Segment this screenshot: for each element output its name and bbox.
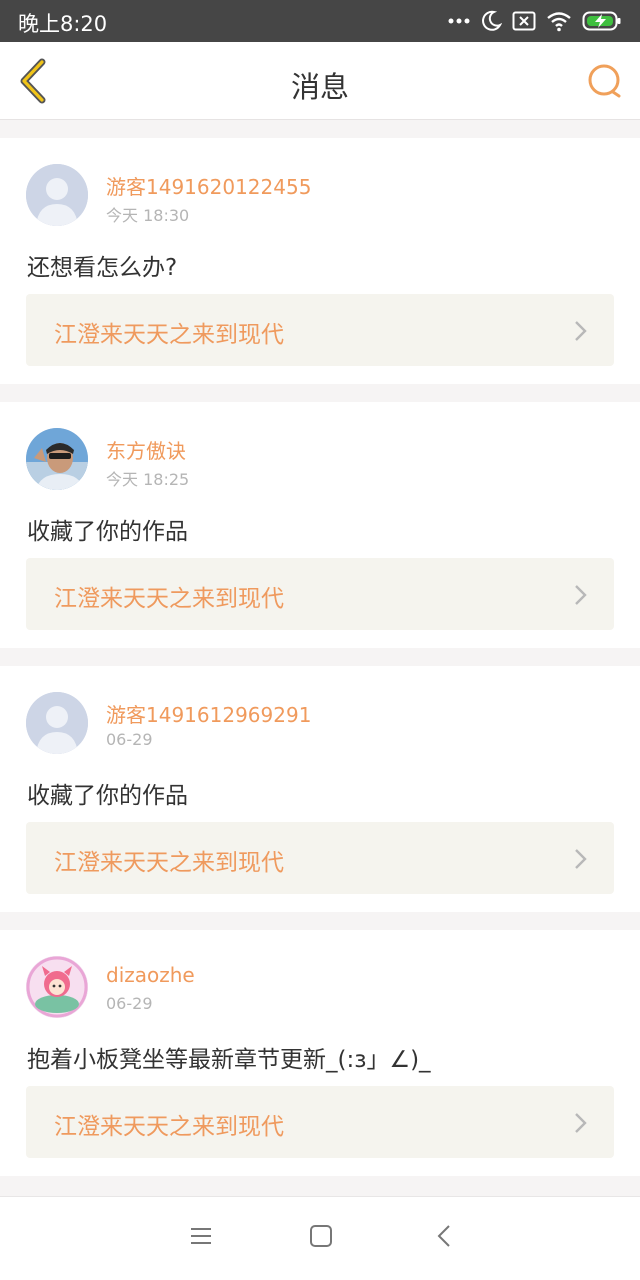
battery-charging-icon (582, 10, 622, 32)
notification-x-icon (512, 11, 536, 31)
search-button[interactable] (586, 62, 624, 100)
message-card: dizaozhe 06-29 抱着小板凳坐等最新章节更新_(:з」∠)_ 江澄来… (0, 930, 640, 1176)
status-icons (448, 9, 622, 33)
message-card: 东方傲诀 今天 18:25 收藏了你的作品 江澄来天天之来到现代 (0, 402, 640, 648)
work-title: 江澄来天天之来到现代 (54, 850, 284, 876)
more-dots-icon (448, 17, 470, 25)
moon-icon (480, 10, 502, 32)
message-text: 收藏了你的作品 (27, 519, 188, 545)
wifi-icon (546, 10, 572, 32)
status-bar: 晚上8:20 (0, 0, 640, 42)
page-title: 消息 (290, 70, 349, 104)
avatar[interactable] (26, 428, 88, 490)
work-title: 江澄来天天之来到现代 (54, 322, 284, 348)
menu-button[interactable] (188, 1223, 214, 1249)
chevron-right-icon (574, 584, 588, 606)
chevron-right-icon (574, 1112, 588, 1134)
system-back-button[interactable] (432, 1223, 458, 1249)
work-title: 江澄来天天之来到现代 (54, 1114, 284, 1140)
username[interactable]: dizaozhe (106, 963, 195, 987)
message-time: 06-29 (106, 730, 153, 749)
back-arrow-icon (432, 1225, 458, 1253)
status-time: 晚上8:20 (18, 12, 108, 36)
username[interactable]: 游客1491612969291 (106, 699, 311, 728)
work-link[interactable]: 江澄来天天之来到现代 (26, 1086, 614, 1158)
work-title: 江澄来天天之来到现代 (54, 586, 284, 612)
chevron-right-icon (574, 320, 588, 342)
message-text: 抱着小板凳坐等最新章节更新_(:з」∠)_ (27, 1047, 431, 1073)
avatar[interactable] (26, 164, 88, 226)
search-icon (586, 64, 624, 104)
avatar[interactable] (26, 692, 88, 754)
username[interactable]: 游客1491620122455 (106, 171, 311, 200)
message-card: 游客1491620122455 今天 18:30 还想看怎么办? 江澄来天天之来… (0, 138, 640, 384)
message-time: 今天 18:30 (106, 206, 190, 225)
message-time: 06-29 (106, 994, 153, 1013)
home-square-icon (308, 1225, 334, 1253)
home-button[interactable] (308, 1223, 334, 1249)
system-nav-bar (0, 1196, 640, 1280)
work-link[interactable]: 江澄来天天之来到现代 (26, 558, 614, 630)
menu-icon (188, 1228, 214, 1253)
avatar[interactable] (26, 956, 88, 1018)
message-text: 收藏了你的作品 (27, 783, 188, 809)
message-time: 今天 18:25 (106, 470, 190, 489)
username[interactable]: 东方傲诀 (106, 435, 186, 464)
chevron-right-icon (574, 848, 588, 870)
message-card: 游客1491612969291 06-29 收藏了你的作品 江澄来天天之来到现代 (0, 666, 640, 912)
header: 消息 (0, 42, 640, 120)
message-text: 还想看怎么办? (27, 255, 178, 281)
work-link[interactable]: 江澄来天天之来到现代 (26, 294, 614, 366)
work-link[interactable]: 江澄来天天之来到现代 (26, 822, 614, 894)
